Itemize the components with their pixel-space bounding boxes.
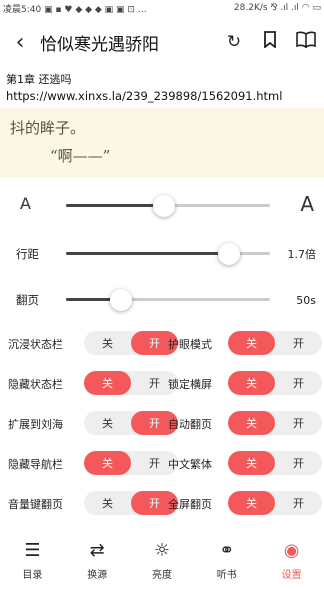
reader-line: 抖的眸子。	[10, 119, 86, 137]
toggle-on-option[interactable]: 开	[275, 331, 322, 355]
swap-icon: ⇄	[89, 540, 105, 561]
nav-label: 换源	[87, 570, 108, 581]
status-left: 凌晨5:40 ▣ ▪ ♥ ◆ ◆ ◆ ▣ ▣ ⊡ …	[3, 4, 147, 15]
chapter-info: 第1章 还逃吗 https://www.xinxs.la/239_239898/…	[0, 68, 324, 108]
nav-headphones[interactable]: ⚭ 听书	[194, 532, 259, 589]
font-size-row: A A	[0, 186, 324, 226]
status-bar: 凌晨5:40 ▣ ▪ ♥ ◆ ◆ ◆ ▣ ▣ ⊡ … 28.2K/s ⅋ .ıl…	[0, 0, 324, 16]
toggle-on-option[interactable]: 开	[275, 491, 322, 515]
settings-panel: A A 行距 1.7倍 翻页 50s 沉浸状态栏关开护眼模式关开隐藏状态栏关开锁…	[0, 178, 324, 589]
toggle-off-option[interactable]: 关	[228, 371, 275, 395]
toggle-row: 锁定横屏 关开	[0, 368, 324, 398]
line-spacing-row: 行距 1.7倍	[0, 234, 324, 274]
status-right: 28.2K/s ⅋ .ıl .ıl ◠ ▭	[233, 3, 321, 13]
toggle-label: 中文繁体	[168, 458, 212, 471]
line-spacing-slider-knob[interactable]	[218, 243, 241, 265]
font-small-label[interactable]: A	[20, 194, 31, 213]
headphones-icon: ⚭	[219, 540, 235, 561]
toggle-switch[interactable]: 关开	[228, 371, 322, 395]
book-title: 恰似寒光遇骄阳	[40, 34, 159, 55]
settings-icon: ◉	[283, 540, 300, 561]
toggle-off-option[interactable]: 关	[228, 331, 275, 355]
toggle-label: 全屏翻页	[168, 498, 212, 511]
chapter-title: 第1章 还逃吗	[6, 73, 72, 86]
font-large-label[interactable]: A	[300, 192, 314, 216]
nav-label: 听书	[216, 570, 237, 581]
toggle-switch[interactable]: 关开	[228, 491, 322, 515]
bottom-nav: ☰ 目录 ⇄ 换源 ☼ 亮度 ⚭ 听书 ◉ 设置	[0, 532, 324, 589]
list-icon: ☰	[24, 540, 41, 561]
toggle-row: 中文繁体 关开	[0, 448, 324, 478]
toggle-on-option[interactable]: 开	[275, 411, 322, 435]
font-size-slider-knob[interactable]	[152, 195, 175, 217]
toggle-off-option[interactable]: 关	[228, 451, 275, 475]
toggle-switch[interactable]: 关开	[228, 411, 322, 435]
page-turn-row: 翻页 50s	[0, 280, 324, 320]
toggle-label: 自动翻页	[168, 418, 212, 431]
chapter-url: https://www.xinxs.la/239_239898/1562091.…	[6, 89, 283, 103]
reader-line: “啊——”	[50, 147, 111, 165]
page-turn-label: 翻页	[16, 293, 39, 307]
reader-content[interactable]: 抖的眸子。 “啊——”	[0, 108, 324, 178]
line-spacing-fill	[66, 252, 230, 255]
refresh-icon[interactable]: ↻	[216, 32, 252, 52]
page-turn-value: 50s	[296, 293, 316, 307]
line-spacing-value: 1.7倍	[287, 248, 317, 261]
toggle-row: 自动翻页 关开	[0, 408, 324, 438]
top-bar: ‹ 恰似寒光遇骄阳 ↻	[0, 16, 324, 68]
toggle-row: 护眼模式 关开	[0, 328, 324, 358]
nav-label: 亮度	[151, 570, 172, 581]
page-turn-slider-knob[interactable]	[110, 289, 133, 311]
toggle-label: 锁定横屏	[168, 378, 212, 391]
toggle-switch[interactable]: 关开	[228, 451, 322, 475]
nav-settings[interactable]: ◉ 设置	[259, 532, 324, 589]
nav-label: 设置	[281, 570, 302, 581]
toggle-row: 全屏翻页 关开	[0, 488, 324, 518]
toggle-off-option[interactable]: 关	[228, 491, 275, 515]
toggle-switch[interactable]: 关开	[228, 331, 322, 355]
toggle-on-option[interactable]: 开	[275, 371, 322, 395]
toggle-on-option[interactable]: 开	[275, 451, 322, 475]
toggle-off-option[interactable]: 关	[228, 411, 275, 435]
nav-list[interactable]: ☰ 目录	[0, 532, 65, 589]
nav-brightness[interactable]: ☼ 亮度	[130, 532, 195, 589]
bookmark-icon[interactable]	[252, 31, 288, 53]
book-icon[interactable]	[288, 31, 324, 53]
nav-swap[interactable]: ⇄ 换源	[65, 532, 130, 589]
brightness-icon: ☼	[153, 540, 171, 561]
line-spacing-label: 行距	[16, 247, 39, 261]
back-arrow-icon[interactable]: ‹	[0, 30, 40, 55]
nav-label: 目录	[22, 570, 43, 581]
toggle-label: 护眼模式	[168, 338, 212, 351]
font-size-fill	[66, 204, 164, 207]
